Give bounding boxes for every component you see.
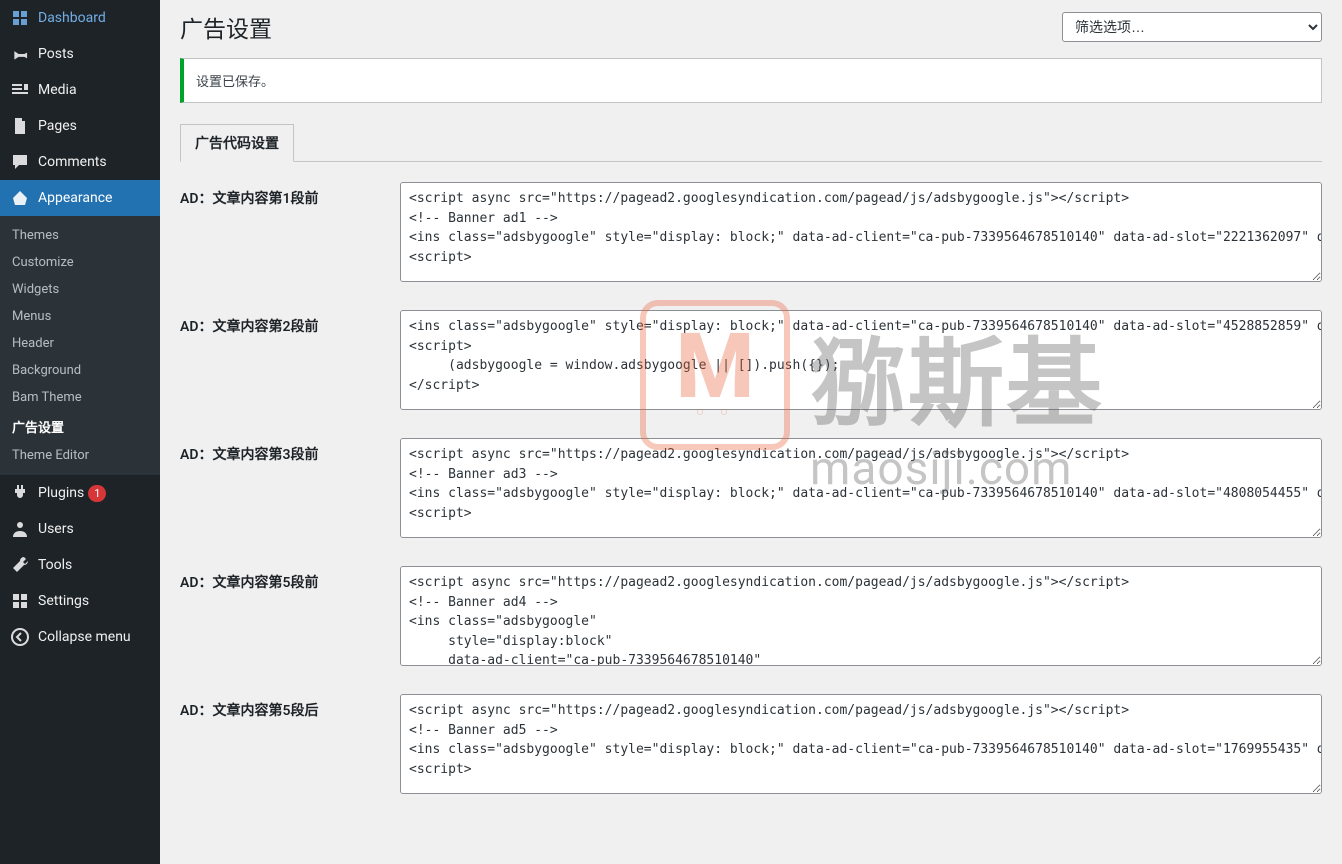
settings-icon bbox=[10, 591, 30, 611]
pin-icon bbox=[10, 44, 30, 64]
page-icon bbox=[10, 116, 30, 136]
submenu-item-ad-settings[interactable]: 广告设置 bbox=[0, 411, 160, 442]
appearance-submenu: Themes Customize Widgets Menus Header Ba… bbox=[0, 216, 160, 475]
menu-label: Media bbox=[38, 82, 77, 98]
submenu-item-themes[interactable]: Themes bbox=[0, 222, 160, 249]
ad4-textarea[interactable] bbox=[400, 566, 1322, 666]
sidebar-item-tools[interactable]: Tools bbox=[0, 547, 160, 583]
menu-label: Settings bbox=[38, 593, 89, 609]
notice-text: 设置已保存。 bbox=[196, 71, 1309, 90]
ad1-textarea[interactable] bbox=[400, 182, 1322, 282]
menu-label: Collapse menu bbox=[38, 629, 131, 645]
field-label-ad5: AD：文章内容第5段后 bbox=[180, 694, 400, 798]
sidebar-item-users[interactable]: Users bbox=[0, 511, 160, 547]
field-label-ad1: AD：文章内容第1段前 bbox=[180, 182, 400, 286]
sidebar-item-appearance[interactable]: Appearance bbox=[0, 180, 160, 216]
user-icon bbox=[10, 519, 30, 539]
menu-label: Comments bbox=[38, 154, 107, 170]
ad3-textarea[interactable] bbox=[400, 438, 1322, 538]
menu-label: Tools bbox=[38, 557, 72, 573]
sidebar-item-pages[interactable]: Pages bbox=[0, 108, 160, 144]
field-label-ad4: AD：文章内容第5段前 bbox=[180, 566, 400, 670]
settings-saved-notice: 设置已保存。 bbox=[180, 58, 1322, 103]
admin-sidebar: Dashboard Posts Media Pages Comments App… bbox=[0, 0, 160, 864]
sidebar-item-plugins[interactable]: Plugins 1 bbox=[0, 475, 160, 511]
sidebar-item-media[interactable]: Media bbox=[0, 72, 160, 108]
page-title: 广告设置 bbox=[180, 10, 272, 44]
menu-label: Appearance bbox=[38, 190, 112, 206]
submenu-item-background[interactable]: Background bbox=[0, 357, 160, 384]
menu-label: Plugins bbox=[38, 485, 84, 501]
tab-ad-code-settings[interactable]: 广告代码设置 bbox=[180, 124, 294, 162]
submenu-item-bam-theme[interactable]: Bam Theme bbox=[0, 384, 160, 411]
menu-label: Dashboard bbox=[38, 10, 106, 26]
menu-label: Users bbox=[38, 521, 74, 537]
sidebar-item-posts[interactable]: Posts bbox=[0, 36, 160, 72]
plugin-icon bbox=[10, 483, 30, 503]
filter-select[interactable]: 筛选选项… bbox=[1062, 12, 1322, 42]
sidebar-item-collapse[interactable]: Collapse menu bbox=[0, 619, 160, 655]
sidebar-item-dashboard[interactable]: Dashboard bbox=[0, 0, 160, 36]
main-content: M○ ○ 猕斯基 maosiji.com 广告设置 筛选选项… 设置已保存。 广… bbox=[160, 0, 1342, 864]
submenu-item-theme-editor[interactable]: Theme Editor bbox=[0, 442, 160, 469]
field-label-ad2: AD：文章内容第2段前 bbox=[180, 310, 400, 414]
tools-icon bbox=[10, 555, 30, 575]
ad2-textarea[interactable] bbox=[400, 310, 1322, 410]
field-label-ad3: AD：文章内容第3段前 bbox=[180, 438, 400, 542]
menu-label: Posts bbox=[38, 46, 74, 62]
settings-tabs: 广告代码设置 bbox=[180, 123, 1322, 162]
collapse-icon bbox=[10, 627, 30, 647]
submenu-item-customize[interactable]: Customize bbox=[0, 249, 160, 276]
plugin-update-badge: 1 bbox=[88, 485, 106, 502]
submenu-item-menus[interactable]: Menus bbox=[0, 303, 160, 330]
appearance-icon bbox=[10, 188, 30, 208]
sidebar-item-comments[interactable]: Comments bbox=[0, 144, 160, 180]
submenu-item-widgets[interactable]: Widgets bbox=[0, 276, 160, 303]
comment-icon bbox=[10, 152, 30, 172]
submenu-item-header[interactable]: Header bbox=[0, 330, 160, 357]
sidebar-item-settings[interactable]: Settings bbox=[0, 583, 160, 619]
media-icon bbox=[10, 80, 30, 100]
ad5-textarea[interactable] bbox=[400, 694, 1322, 794]
dashboard-icon bbox=[10, 8, 30, 28]
menu-label: Pages bbox=[38, 118, 77, 134]
